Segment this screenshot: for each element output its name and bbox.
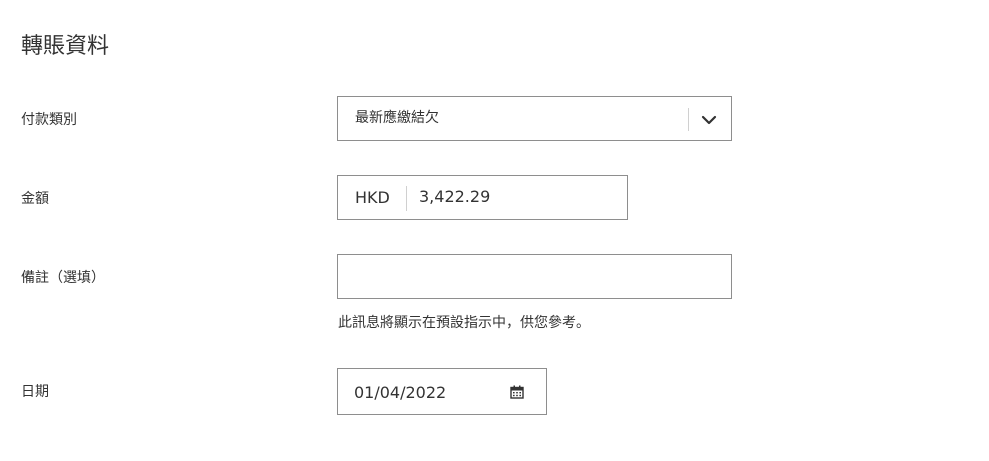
amount-field[interactable]: HKD 3,422.29 bbox=[337, 175, 628, 220]
page-title: 轉賬資料 bbox=[21, 34, 110, 59]
calendar-icon[interactable] bbox=[510, 384, 524, 399]
amount-input-value[interactable]: 3,422.29 bbox=[419, 187, 490, 207]
remark-hint: 此訊息將顯示在預設指示中，供您參考。 bbox=[338, 315, 590, 331]
remark-label: 備註（選填） bbox=[21, 270, 105, 286]
chevron-down-icon[interactable] bbox=[698, 109, 720, 131]
amount-label: 金額 bbox=[21, 191, 49, 207]
date-picker-field[interactable]: 01/04/2022 bbox=[337, 368, 547, 415]
remark-input[interactable] bbox=[337, 254, 732, 299]
currency-code: HKD bbox=[355, 188, 390, 207]
date-label: 日期 bbox=[21, 384, 49, 400]
currency-divider bbox=[406, 186, 407, 211]
payment-type-select[interactable]: 最新應繳結欠 bbox=[337, 96, 732, 141]
payment-type-selected-value: 最新應繳結欠 bbox=[355, 110, 439, 126]
select-divider bbox=[688, 108, 689, 131]
transfer-details-form: 轉賬資料 付款類別 最新應繳結欠 金額 HKD 3,422.29 備註（選填） … bbox=[0, 0, 989, 461]
date-value: 01/04/2022 bbox=[354, 383, 447, 402]
payment-type-label: 付款類別 bbox=[21, 112, 77, 128]
